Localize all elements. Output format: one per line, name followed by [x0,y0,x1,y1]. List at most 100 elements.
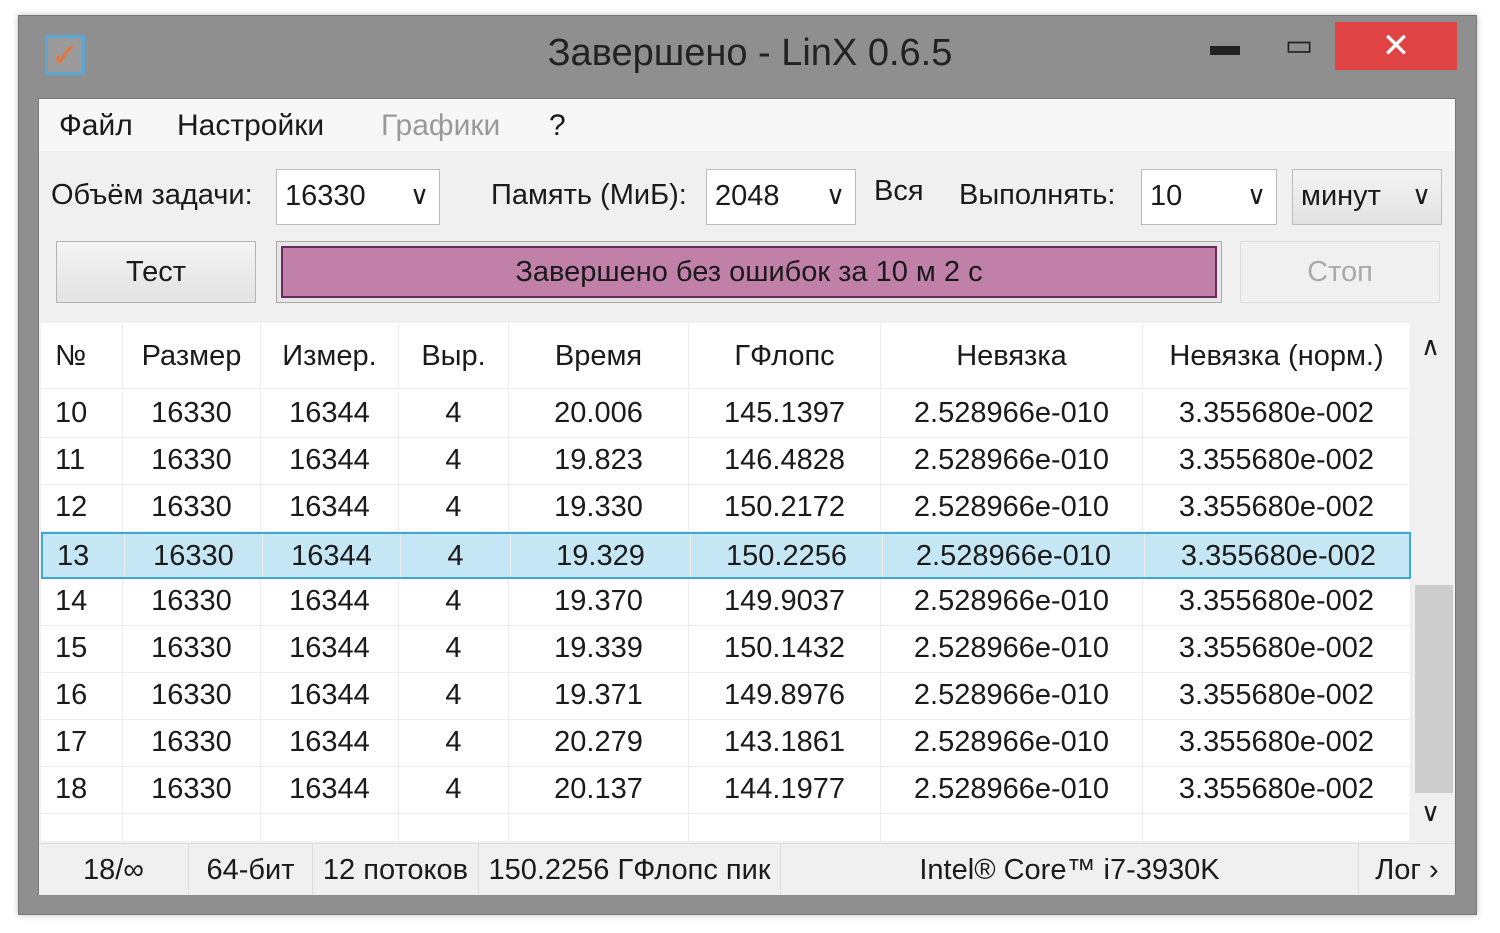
table-cell: 3.355680e-002 [1143,673,1411,719]
memory-label: Память (МиБ): [491,179,687,211]
table-cell: 143.1861 [689,720,881,766]
table-cell: 2.528966e-010 [881,720,1143,766]
memory-value: 2048 [715,180,780,212]
table-row[interactable]: 11 16330 16344 4 19.823 146.4828 2.528966e-010… [41,438,1411,485]
column-header[interactable]: Размер [123,323,261,388]
memory-combo[interactable]: 2048 ∨ [706,169,856,225]
scroll-down-icon[interactable]: ∨ [1421,797,1440,828]
scroll-thumb[interactable] [1415,585,1453,793]
table-cell: 20.137 [509,767,689,813]
status-peak: 150.2256 ГФлопс пик [479,844,781,895]
status-bar: 18/∞ 64-бит 12 потоков 150.2256 ГФлопс п… [39,843,1455,895]
table-cell: 16330 [123,673,261,719]
chevron-down-icon: ∨ [409,180,429,210]
column-header[interactable]: Невязка [881,323,1143,388]
status-bits: 64-бит [189,844,313,895]
table-row[interactable]: 13 16330 16344 4 19.329 150.2256 2.528966e-010… [41,532,1413,579]
menu-file[interactable]: Файл [59,109,133,143]
table-cell: 16344 [261,438,399,484]
table-cell: 2.528966e-010 [881,391,1143,437]
menu-settings[interactable]: Настройки [177,109,324,143]
table-cell: 4 [399,626,509,672]
table-cell: 150.1432 [689,626,881,672]
table-cell: 17 [41,720,123,766]
table-cell: 16344 [261,391,399,437]
status-threads: 12 потоков [313,844,479,895]
table-cell: 149.8976 [689,673,881,719]
table-cell: 3.355680e-002 [1143,767,1411,813]
table-cell: 4 [399,485,509,531]
table-cell: 16344 [261,720,399,766]
table-cell: 19.330 [509,485,689,531]
stop-button[interactable]: Стоп [1240,241,1440,303]
table-cell: 144.1977 [689,767,881,813]
table-cell: 4 [399,720,509,766]
table-row[interactable]: 18 16330 16344 4 20.137 144.1977 2.528966e-010… [41,767,1411,814]
column-header[interactable]: Измер. [261,323,399,388]
size-value: 16330 [285,180,366,212]
run-label: Выполнять: [959,179,1116,211]
results-table: № Размер Измер. Выр. Время ГФлопс Невязка Невяз… [41,323,1413,861]
unit-combo[interactable]: минут ∨ [1292,169,1442,225]
table-row[interactable]: 14 16330 16344 4 19.370 149.9037 2.528966e-010… [41,579,1411,626]
scrollbar[interactable]: ∧ ∨ [1411,323,1455,841]
run-combo[interactable]: 10 ∨ [1141,169,1277,225]
table-cell: 16330 [123,438,261,484]
table-cell: 3.355680e-002 [1143,485,1411,531]
column-header[interactable]: № [41,323,123,388]
table-cell: 3.355680e-002 [1143,626,1411,672]
column-header[interactable]: Время [509,323,689,388]
log-button[interactable]: Лог › [1359,844,1455,895]
column-header[interactable]: ГФлопс [689,323,881,388]
chevron-down-icon: ∨ [1411,180,1431,210]
table-cell: 16330 [123,391,261,437]
chevron-down-icon: ∨ [825,180,845,210]
table-cell: 16344 [261,579,399,625]
table-row[interactable]: 15 16330 16344 4 19.339 150.1432 2.528966e-010… [41,626,1411,673]
table-cell: 4 [399,673,509,719]
test-button[interactable]: Тест [56,241,256,303]
table-cell: 2.528966e-010 [881,767,1143,813]
table-cell: 16330 [123,626,261,672]
table-cell: 4 [401,534,511,577]
table-cell: 150.2172 [689,485,881,531]
table-cell: 16330 [123,767,261,813]
table-cell: 16344 [261,673,399,719]
table-cell: 16330 [123,579,261,625]
table-row[interactable]: 12 16330 16344 4 19.330 150.2172 2.528966e-010… [41,485,1411,532]
table-cell: 18 [41,767,123,813]
menu-help[interactable]: ? [549,109,566,143]
table-cell: 19.823 [509,438,689,484]
table-cell: 2.528966e-010 [881,626,1143,672]
maximize-button[interactable]: ▭ [1268,22,1330,70]
progress-fill: Завершено без ошибок за 10 м 2 с [281,246,1217,298]
table-cell: 10 [41,391,123,437]
table-cell: 2.528966e-010 [881,438,1143,484]
table-cell: 4 [399,579,509,625]
table-cell: 19.370 [509,579,689,625]
table-row[interactable]: 17 16330 16344 4 20.279 143.1861 2.528966e-010… [41,720,1411,767]
client-area: Файл Настройки Графики ? Объём задачи: 1… [38,98,1456,895]
size-combo[interactable]: 16330 ∨ [276,169,440,225]
table-cell: 4 [399,438,509,484]
table-cell: 14 [41,579,123,625]
scroll-up-icon[interactable]: ∧ [1421,331,1440,362]
column-header[interactable]: Выр. [399,323,509,388]
table-cell: 16330 [123,485,261,531]
column-header[interactable]: Невязка (норм.) [1143,323,1411,388]
memory-all-checkbox[interactable]: Вся [874,175,924,208]
close-button[interactable]: ✕ [1335,22,1457,70]
table-row[interactable]: 10 16330 16344 4 20.006 145.1397 2.528966e-010… [41,391,1411,438]
table-cell: 145.1397 [689,391,881,437]
table-cell: 19.329 [511,534,691,577]
minimize-button[interactable]: ▬ [1195,22,1255,70]
table-cell: 3.355680e-002 [1143,391,1411,437]
table-row[interactable]: 16 16330 16344 4 19.371 149.8976 2.528966e-010… [41,673,1411,720]
table-cell: 2.528966e-010 [881,485,1143,531]
menu-graphs[interactable]: Графики [381,109,500,143]
progress-bar: Завершено без ошибок за 10 м 2 с [276,241,1222,303]
table-cell: 12 [41,485,123,531]
table-cell: 3.355680e-002 [1143,720,1411,766]
table-cell: 2.528966e-010 [883,534,1145,577]
table-cell: 2.528966e-010 [881,673,1143,719]
